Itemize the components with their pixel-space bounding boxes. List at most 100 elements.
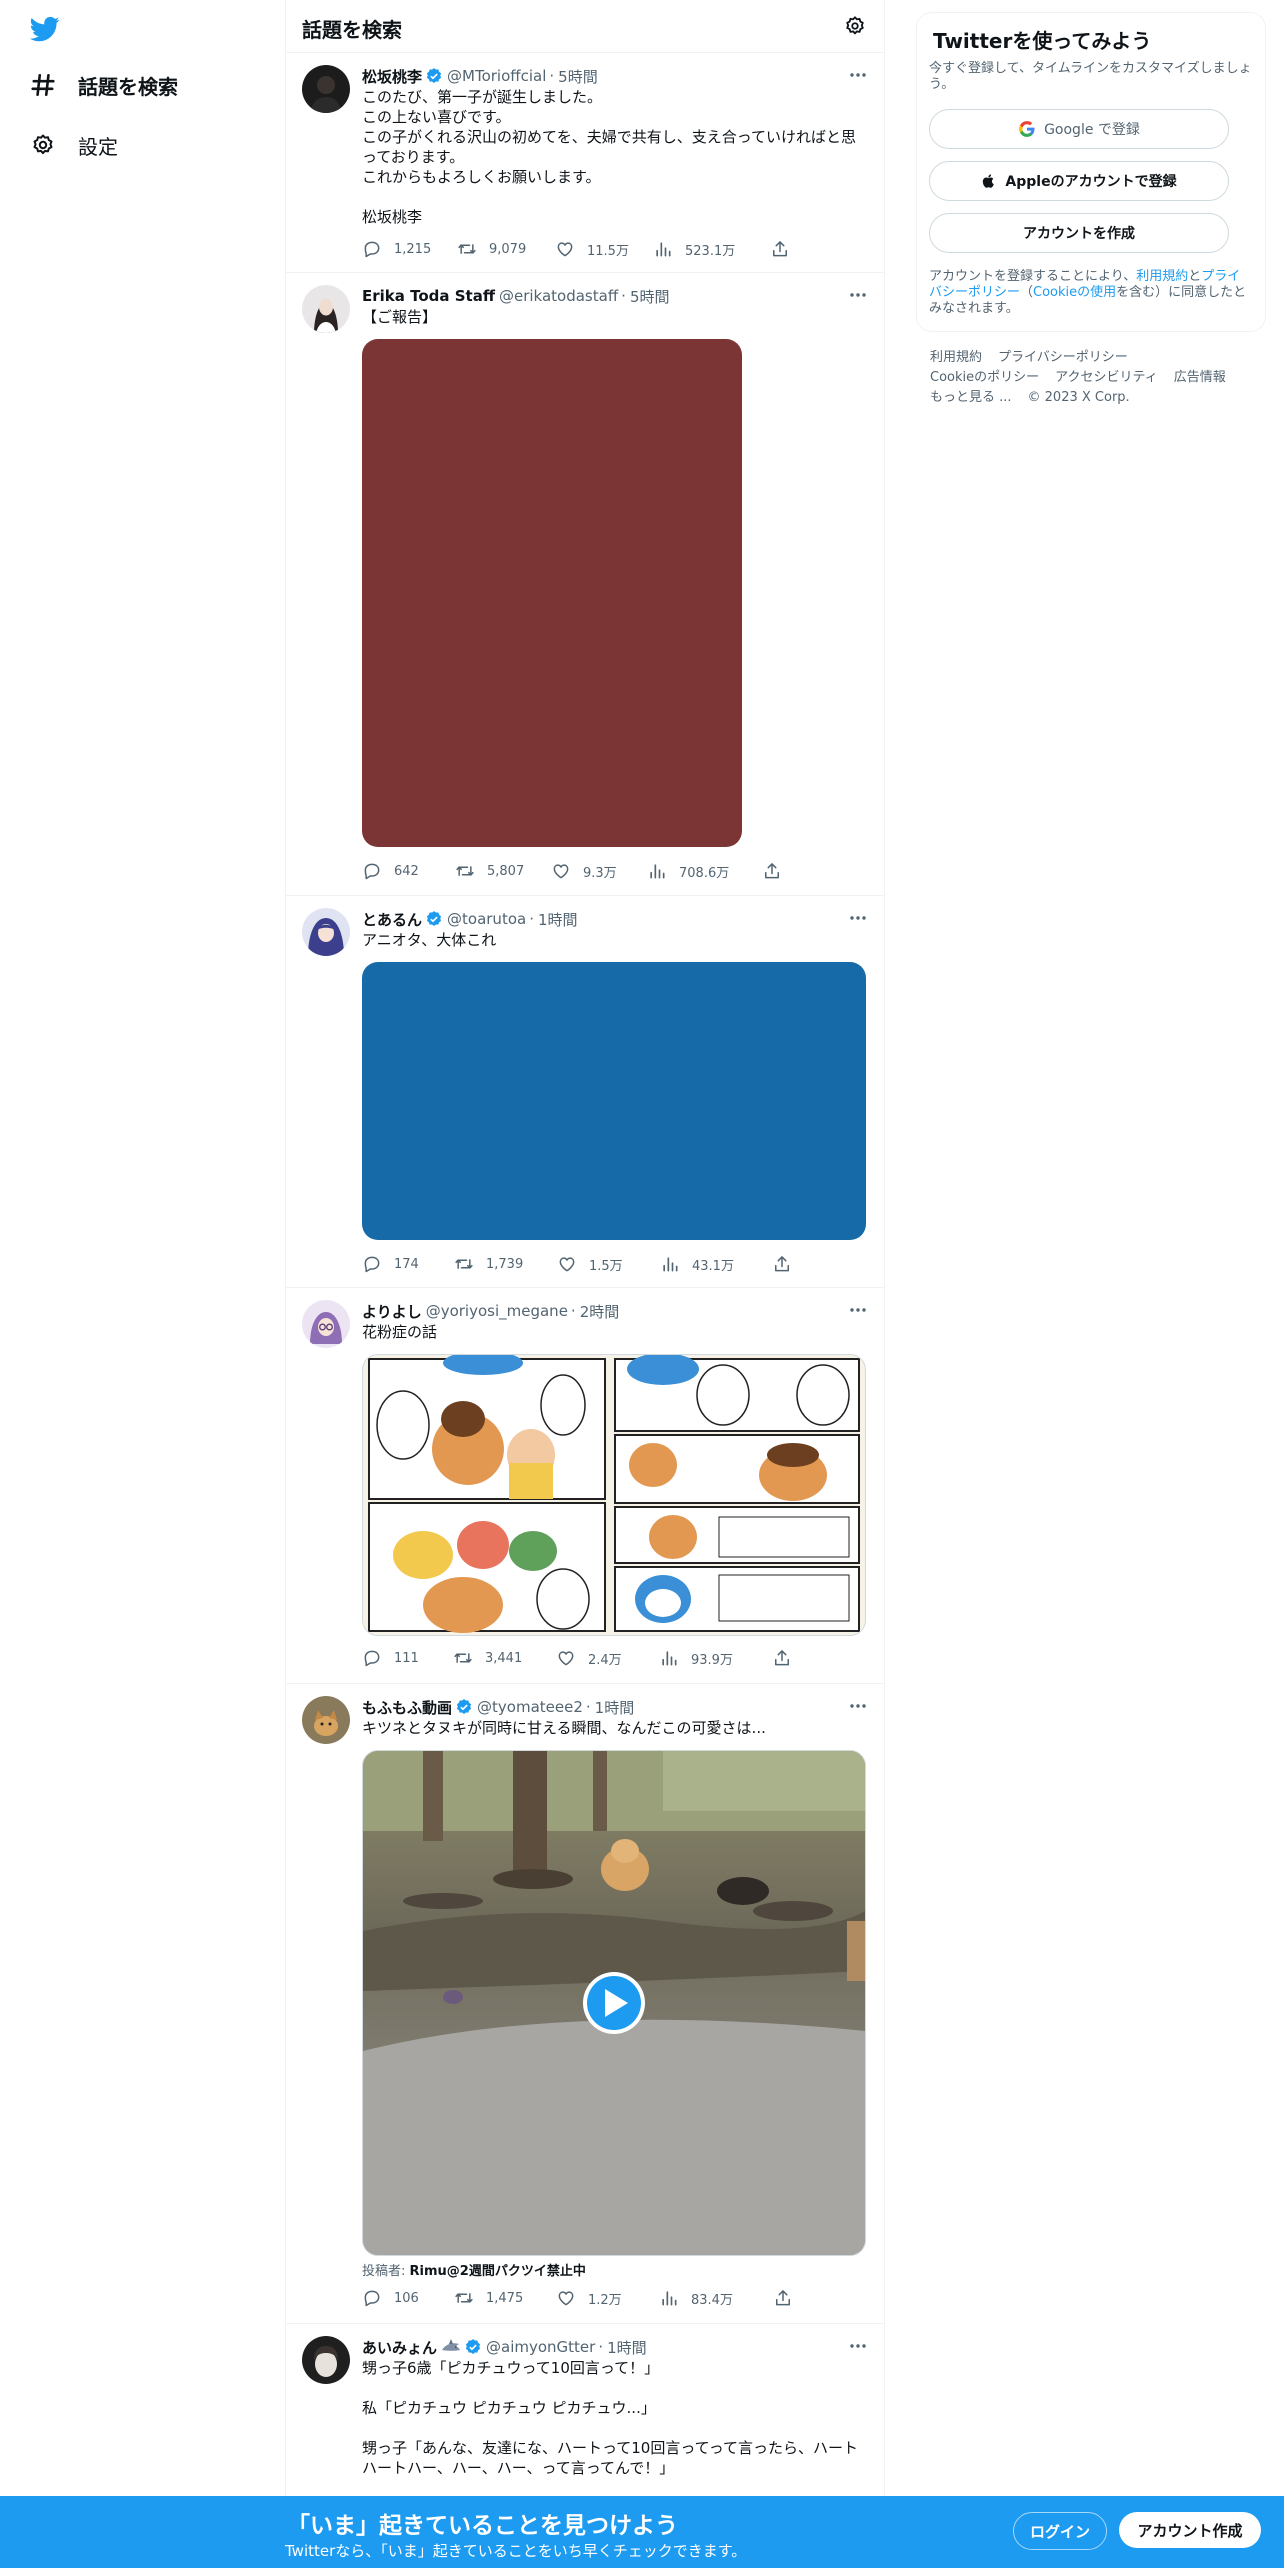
tweet-time[interactable]: 1時間 xyxy=(595,1697,635,1718)
reply-button[interactable]: 642 xyxy=(362,861,455,881)
tweet[interactable]: とあるん @toarutoa · 1時間 アニオタ、大体これ 174 1,739 xyxy=(286,895,884,1288)
author-name[interactable]: もふもふ動画 xyxy=(362,1697,452,1718)
nav-label-settings: 設定 xyxy=(78,134,118,159)
author-name[interactable]: よりよし xyxy=(362,1301,422,1322)
tweet-image[interactable] xyxy=(362,339,742,847)
tweet[interactable]: 松坂桃李 @MTorioffcial · 5時間 このたび、第一子が誕生しました… xyxy=(286,52,884,273)
like-button[interactable]: 1.2万 xyxy=(556,2288,659,2308)
author-handle[interactable]: @MTorioffcial xyxy=(447,67,546,85)
tweet-image-manga[interactable] xyxy=(362,1354,866,1636)
like-button[interactable]: 9.3万 xyxy=(551,861,647,881)
like-count: 9.3万 xyxy=(583,865,617,881)
twitter-logo-icon[interactable] xyxy=(28,14,62,44)
tweet-text-line: アニオタ、大体これ xyxy=(362,931,497,949)
more-options-icon[interactable] xyxy=(844,283,872,307)
tweet-time[interactable]: 1時間 xyxy=(538,909,578,930)
terms-text-2: と xyxy=(1188,269,1202,284)
author-handle[interactable]: @yoriyosi_megane xyxy=(426,1302,568,1320)
tweet-actions: 174 1,739 1.5万 43.1万 xyxy=(362,1254,792,1274)
author-name[interactable]: 松坂桃李 xyxy=(362,66,422,87)
author-handle[interactable]: @toarutoa xyxy=(447,910,526,928)
avatar[interactable] xyxy=(302,285,350,333)
avatar[interactable] xyxy=(302,1696,350,1744)
signup-button[interactable]: アカウント作成 xyxy=(1119,2512,1261,2548)
tweet-video[interactable] xyxy=(362,1750,866,2256)
tweet[interactable]: よりよし @yoriyosi_megane · 2時間 花粉症の話 111 3,… xyxy=(286,1287,884,1684)
views-button[interactable]: 83.4万 xyxy=(659,2288,773,2308)
byline-author[interactable]: Rimu@2週間パクツイ禁止中 xyxy=(410,2264,586,2279)
settings-gear-icon[interactable] xyxy=(844,15,868,39)
reply-button[interactable]: 106 xyxy=(362,2288,454,2308)
retweet-icon xyxy=(454,1653,472,1663)
view-count: 523.1万 xyxy=(685,243,736,259)
tweet-text-line: このたび、第一子が誕生しました。 xyxy=(362,88,603,106)
tweet-text-line: 松坂桃李 xyxy=(362,208,423,226)
footer-link-more[interactable]: もっと見る ... xyxy=(930,390,1012,405)
tweet-time[interactable]: 5時間 xyxy=(630,286,670,307)
retweet-button[interactable]: 1,475 xyxy=(454,2288,556,2308)
author-name[interactable]: とあるん xyxy=(362,909,422,930)
more-options-icon[interactable] xyxy=(844,63,872,87)
tweet-time[interactable]: 1時間 xyxy=(607,2337,647,2358)
more-options-icon[interactable] xyxy=(844,2334,872,2358)
create-account-button[interactable]: アカウントを作成 xyxy=(929,213,1229,253)
author-handle[interactable]: @erikatodastaff xyxy=(499,287,618,305)
footer-link-cookie[interactable]: Cookieのポリシー xyxy=(930,370,1039,385)
retweet-button[interactable]: 3,441 xyxy=(453,1648,556,1668)
avatar[interactable] xyxy=(302,65,350,113)
cookie-use-link[interactable]: Cookieの使用 xyxy=(1033,285,1116,300)
byline-prefix: 投稿者: xyxy=(362,2264,406,2279)
author-name[interactable]: あいみょん xyxy=(362,2337,437,2358)
google-signup-button[interactable]: Google で登録 xyxy=(929,109,1229,149)
avatar[interactable] xyxy=(302,2336,350,2384)
view-count: 83.4万 xyxy=(691,2292,733,2308)
share-button[interactable] xyxy=(762,861,782,881)
nav-item-explore[interactable]: 話題を検索 xyxy=(28,70,178,100)
tweet-text-line: ハートハー、ハー、ハー、って言ってんで！」 xyxy=(362,2459,675,2477)
views-button[interactable]: 43.1万 xyxy=(660,1254,772,1274)
footer-link-accessibility[interactable]: アクセシビリティ xyxy=(1055,370,1158,385)
reply-button[interactable]: 111 xyxy=(362,1648,453,1668)
reply-button[interactable]: 174 xyxy=(362,1254,454,1274)
footer-link-privacy[interactable]: プライバシーポリシー xyxy=(998,350,1128,365)
like-button[interactable]: 1.5万 xyxy=(557,1254,660,1274)
retweet-button[interactable]: 5,807 xyxy=(455,861,551,881)
nav-item-settings[interactable]: 設定 xyxy=(28,130,118,160)
more-options-icon[interactable] xyxy=(844,906,872,930)
views-button[interactable]: 708.6万 xyxy=(647,861,762,881)
retweet-button[interactable]: 1,739 xyxy=(454,1254,557,1274)
more-options-icon[interactable] xyxy=(844,1298,872,1322)
author-handle[interactable]: @tyomateee2 xyxy=(477,1698,583,1716)
tweet-actions: 111 3,441 2.4万 93.9万 xyxy=(362,1648,792,1668)
tweet-time[interactable]: 2時間 xyxy=(580,1301,620,1322)
reply-count: 174 xyxy=(394,1256,419,1272)
view-count: 93.9万 xyxy=(691,1652,733,1668)
more-options-icon[interactable] xyxy=(844,1694,872,1718)
like-button[interactable]: 11.5万 xyxy=(555,239,653,259)
login-button[interactable]: ログイン xyxy=(1013,2512,1107,2550)
share-button[interactable] xyxy=(772,1254,792,1274)
like-button[interactable]: 2.4万 xyxy=(556,1648,659,1668)
shark-emoji-icon xyxy=(442,2339,461,2351)
footer-link-terms[interactable]: 利用規約 xyxy=(930,350,982,365)
retweet-icon xyxy=(456,866,474,876)
share-button[interactable] xyxy=(770,239,790,259)
author-handle[interactable]: @aimyonGtter xyxy=(486,2338,595,2356)
tweet[interactable]: もふもふ動画 @tyomateee2 · 1時間 キツネとタヌキが同時に甘える瞬… xyxy=(286,1683,884,2324)
views-button[interactable]: 93.9万 xyxy=(659,1648,772,1668)
reply-button[interactable]: 1,215 xyxy=(362,239,457,259)
views-button[interactable]: 523.1万 xyxy=(653,239,770,259)
heart-icon xyxy=(558,1651,574,1666)
avatar[interactable] xyxy=(302,908,350,956)
share-button[interactable] xyxy=(772,1648,792,1668)
tweet[interactable]: Erika Toda Staff @erikatodastaff · 5時間 【… xyxy=(286,272,884,896)
retweet-button[interactable]: 9,079 xyxy=(457,239,555,259)
terms-of-service-link[interactable]: 利用規約 xyxy=(1136,269,1188,284)
share-button[interactable] xyxy=(773,2288,793,2308)
tweet-time[interactable]: 5時間 xyxy=(558,66,598,87)
tweet-image[interactable] xyxy=(362,962,866,1240)
footer-link-ads-info[interactable]: 広告情報 xyxy=(1174,370,1226,385)
avatar[interactable] xyxy=(302,1300,350,1348)
apple-signup-button[interactable]: Appleのアカウントで登録 xyxy=(929,161,1229,201)
author-name[interactable]: Erika Toda Staff xyxy=(362,287,495,305)
